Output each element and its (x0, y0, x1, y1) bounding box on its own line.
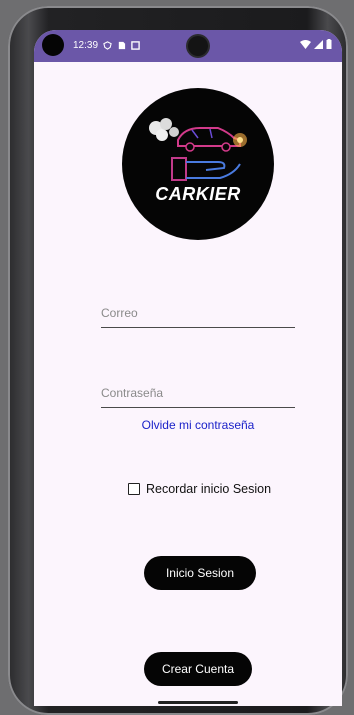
status-left: 12:39 (42, 34, 140, 56)
carkier-logo: CARKIER (122, 88, 274, 240)
remember-label: Recordar inicio Sesion (146, 482, 272, 496)
email-field[interactable] (101, 298, 295, 328)
sim-card-icon (118, 41, 126, 49)
logo-text: CARKIER (155, 184, 241, 204)
wifi-icon (300, 39, 311, 49)
battery-icon (326, 39, 332, 49)
app-icon (131, 40, 140, 50)
shield-icon (103, 40, 112, 50)
front-camera (188, 36, 208, 56)
phone-frame: 12:39 CARKIER Correo Olvide mi contraseñ… (8, 6, 348, 715)
remember-session[interactable]: Recordar inicio Sesion (128, 482, 271, 496)
app-screen: 12:39 CARKIER Correo Olvide mi contraseñ… (34, 30, 342, 706)
camera-cutout (42, 34, 64, 56)
forgot-password-link[interactable]: Olvide mi contraseña (94, 418, 302, 432)
status-time: 12:39 (73, 39, 99, 51)
car-hand-illustration (149, 118, 247, 181)
signal-icon (314, 39, 323, 49)
home-indicator[interactable] (158, 701, 238, 704)
password-input[interactable] (101, 378, 295, 407)
remember-checkbox[interactable] (128, 483, 140, 495)
password-field[interactable] (101, 378, 295, 408)
create-account-button[interactable]: Crear Cuenta (144, 652, 252, 686)
email-input[interactable] (101, 298, 295, 327)
login-button[interactable]: Inicio Sesion (144, 556, 256, 590)
status-bar: 12:39 (34, 30, 342, 62)
status-right (300, 39, 332, 49)
